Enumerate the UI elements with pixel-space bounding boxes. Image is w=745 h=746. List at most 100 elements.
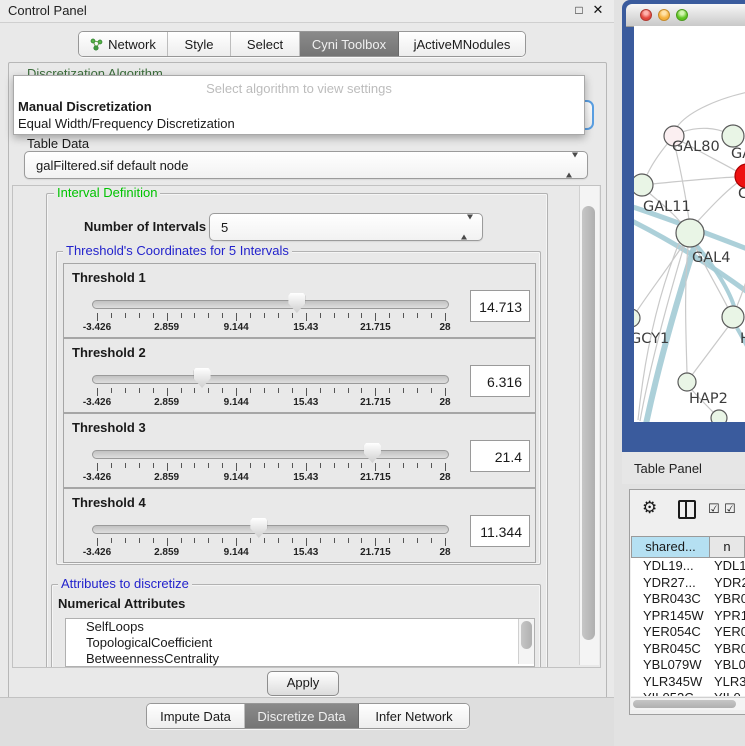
table-row[interactable]: YBR045CYBR0 xyxy=(631,641,745,658)
table-column-header[interactable]: shared... xyxy=(631,536,710,558)
tab-impute-data[interactable]: Impute Data xyxy=(147,704,245,728)
threshold-value-field[interactable]: 21.4 xyxy=(470,440,530,472)
threshold-slider-track[interactable] xyxy=(92,375,449,384)
slider-tick xyxy=(97,388,98,396)
network-node[interactable] xyxy=(722,306,744,328)
network-canvas[interactable]: GAL80GACGAL11GAL4GCY1HHAP2 xyxy=(634,26,745,422)
threshold-slider-track[interactable] xyxy=(92,450,449,459)
network-node[interactable] xyxy=(634,174,653,196)
slider-tick xyxy=(97,313,98,321)
table-cell[interactable]: YDL1 xyxy=(710,558,745,575)
network-edge xyxy=(646,143,668,177)
attribute-list-item[interactable]: TopologicalCoefficient xyxy=(66,635,534,651)
table-cell[interactable]: YBR043C xyxy=(631,591,710,608)
table-column-header[interactable]: n xyxy=(710,536,745,558)
tab-cyni-toolbox[interactable]: Cyni Toolbox xyxy=(300,32,399,56)
table-data-label: Table Data xyxy=(27,136,89,151)
table-cell[interactable]: YPR145W xyxy=(631,608,710,625)
attribute-list-item[interactable]: BetweennessCentrality xyxy=(66,651,534,667)
checkbox-checked-icon[interactable]: ☑ xyxy=(724,501,736,517)
table-row[interactable]: YIL052CYIL0 xyxy=(631,690,745,696)
slider-tick xyxy=(153,313,154,318)
split-column-icon[interactable] xyxy=(678,500,696,519)
tab-style[interactable]: Style xyxy=(168,32,231,56)
table-row[interactable]: YPR145WYPR1 xyxy=(631,608,745,625)
zoom-traffic-light[interactable] xyxy=(676,9,688,21)
settings-vertical-scrollbar[interactable] xyxy=(579,186,599,665)
table-row[interactable]: YBL079WYBL0 xyxy=(631,657,745,674)
slider-tick xyxy=(375,538,376,546)
tab-infer-network[interactable]: Infer Network xyxy=(359,704,469,728)
network-node[interactable] xyxy=(735,164,745,188)
apply-button[interactable]: Apply xyxy=(267,671,339,696)
number-of-intervals-combobox[interactable]: 5 xyxy=(209,213,483,241)
checkbox-checked-icon[interactable]: ☑ xyxy=(708,501,720,517)
slider-tick-label: 9.144 xyxy=(224,472,249,483)
dropdown-option-equal-width[interactable]: Equal Width/Frequency Discretization xyxy=(18,116,235,131)
network-node[interactable] xyxy=(678,373,696,391)
threshold-slider-track[interactable] xyxy=(92,525,449,534)
table-row[interactable]: YLR345WYLR3 xyxy=(631,674,745,691)
threshold-slider-track[interactable] xyxy=(92,300,449,309)
slider-tick xyxy=(306,538,307,546)
table-cell[interactable]: YER054C xyxy=(631,624,710,641)
slider-tick xyxy=(278,388,279,393)
threshold-value-field[interactable]: 6.316 xyxy=(470,365,530,397)
table-row[interactable]: YDL19...YDL1 xyxy=(631,558,745,575)
tab-network-label: Network xyxy=(108,37,156,52)
threshold-value-field[interactable]: 14.713 xyxy=(470,290,530,322)
gear-icon[interactable]: ⚙ xyxy=(642,498,657,518)
table-row[interactable]: YBR043CYBR0 xyxy=(631,591,745,608)
table-cell[interactable]: YIL052C xyxy=(631,690,710,696)
float-window-icon[interactable]: □ xyxy=(571,2,587,18)
table-cell[interactable]: YIL0 xyxy=(710,690,745,696)
table-data-combobox[interactable]: galFiltered.sif default node xyxy=(24,151,588,179)
numerical-attributes-list[interactable]: SelfLoopsTopologicalCoefficientBetweenne… xyxy=(65,618,535,667)
tab-discretize-data[interactable]: Discretize Data xyxy=(245,704,359,728)
threshold-slider-thumb[interactable] xyxy=(288,293,305,313)
table-cell[interactable]: YER0 xyxy=(710,624,745,641)
minimize-traffic-light[interactable] xyxy=(658,9,670,21)
attribute-list-item[interactable]: SelfLoops xyxy=(66,619,534,635)
table-cell[interactable]: YDR2 xyxy=(710,575,745,592)
attributes-list-scrollbar[interactable] xyxy=(518,619,534,664)
slider-tick xyxy=(167,463,168,471)
numerical-attributes-label: Numerical Attributes xyxy=(58,596,185,611)
table-row[interactable]: YER054CYER0 xyxy=(631,624,745,641)
number-of-intervals-value: 5 xyxy=(221,214,460,240)
threshold-label: Threshold 2 xyxy=(72,345,146,360)
threshold-value-field[interactable]: 11.344 xyxy=(470,515,530,547)
table-cell[interactable]: YBR045C xyxy=(631,641,710,658)
slider-tick xyxy=(403,388,404,393)
network-node[interactable] xyxy=(722,125,744,147)
table-cell[interactable]: YPR1 xyxy=(710,608,745,625)
table-cell[interactable]: YBL079W xyxy=(631,657,710,674)
threshold-slider-thumb[interactable] xyxy=(194,368,211,388)
slider-tick-label: 15.43 xyxy=(293,472,318,483)
table-cell[interactable]: YBR0 xyxy=(710,641,745,658)
table-cell[interactable]: YLR345W xyxy=(631,674,710,691)
close-icon[interactable]: ✕ xyxy=(590,2,606,18)
network-node[interactable] xyxy=(711,410,727,422)
network-node[interactable] xyxy=(634,309,640,327)
table-cell[interactable]: YDL19... xyxy=(631,558,710,575)
tab-jactivemnodules[interactable]: jActiveMNodules xyxy=(399,32,525,56)
threshold-slider-thumb[interactable] xyxy=(364,443,381,463)
dropdown-option-manual[interactable]: Manual Discretization xyxy=(18,99,152,114)
table-cell[interactable]: YDR27... xyxy=(631,575,710,592)
table-cell[interactable]: YBR0 xyxy=(710,591,745,608)
table-horizontal-scrollbar[interactable] xyxy=(631,697,745,710)
control-panel-tabs: Network Style Select Cyni Toolbox jActiv… xyxy=(78,31,526,57)
tab-network[interactable]: Network xyxy=(79,32,168,56)
threshold-slider-thumb[interactable] xyxy=(250,518,267,538)
table-row[interactable]: YDR27...YDR2 xyxy=(631,575,745,592)
slider-tick xyxy=(236,538,237,546)
tab-select[interactable]: Select xyxy=(231,32,300,56)
network-node[interactable] xyxy=(676,219,704,247)
table-cell[interactable]: YBL0 xyxy=(710,657,745,674)
close-traffic-light[interactable] xyxy=(640,9,652,21)
table-cell[interactable]: YLR3 xyxy=(710,674,745,691)
slider-tick xyxy=(292,388,293,393)
slider-tick xyxy=(250,538,251,543)
slider-tick xyxy=(348,463,349,468)
